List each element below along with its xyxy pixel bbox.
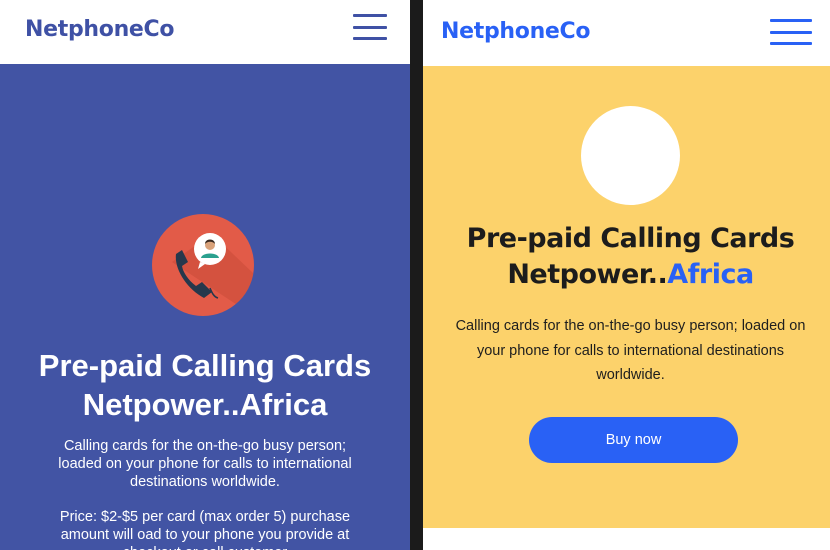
page-title: Pre-paid Calling Cards Netpower..Africa [0, 346, 410, 424]
menu-bar [770, 19, 812, 22]
brand-logo[interactable]: NetphoneCo [25, 17, 175, 42]
title-line-2: Netpower..Africa [423, 257, 830, 293]
title-prefix: Netpower.. [507, 259, 668, 290]
left-hero-section: Pre-paid Calling Cards Netpower..Africa … [0, 64, 410, 550]
menu-bar [353, 14, 387, 17]
placeholder-image-circle [581, 106, 680, 205]
hamburger-menu-icon[interactable] [353, 14, 387, 40]
price-text: Price: $2-$5 per card (max order 5) purc… [59, 509, 351, 550]
right-hero-section: Pre-paid Calling Cards Netpower..Africa … [423, 66, 830, 528]
screen-divider [410, 0, 423, 550]
right-header: NetphoneCo [423, 0, 830, 66]
brand-logo[interactable]: NetphoneCo [441, 19, 591, 44]
left-mobile-screen: NetphoneCo Pre-paid Calling Cards Netpow… [0, 0, 410, 550]
phone-contact-icon [152, 214, 254, 316]
description-text: Calling cards for the on-the-go busy per… [58, 438, 352, 490]
menu-bar [353, 25, 387, 29]
buy-now-button[interactable]: Buy now [529, 417, 738, 463]
title-line-1: Pre-paid Calling Cards [38, 348, 372, 383]
footer-strip [423, 528, 830, 550]
left-header: NetphoneCo [0, 0, 410, 64]
right-mobile-screen: NetphoneCo Pre-paid Calling Cards Netpow… [423, 0, 830, 550]
title-line-1: Pre-paid Calling Cards [466, 223, 795, 254]
hamburger-menu-icon[interactable] [770, 19, 812, 45]
description-text: Calling cards for the on-the-go busy per… [455, 318, 806, 383]
menu-bar [353, 37, 387, 40]
title-accent: Africa [667, 259, 754, 290]
menu-bar [770, 42, 812, 45]
title-line-2: Netpower..Africa [82, 387, 328, 422]
menu-bar [770, 30, 812, 34]
page-title: Pre-paid Calling Cards Netpower..Africa [423, 221, 830, 293]
